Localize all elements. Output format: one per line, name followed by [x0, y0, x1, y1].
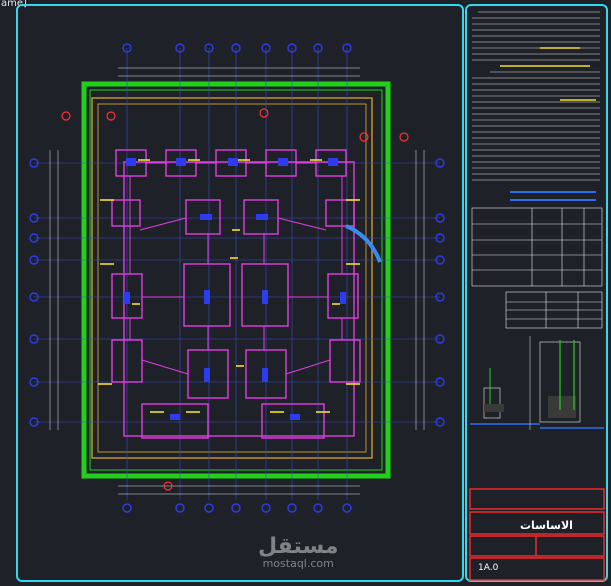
watermark-brand-en: mostaql.com — [262, 557, 334, 570]
sheet-title: الاساسات — [520, 519, 573, 532]
site-boundary-inner — [97, 103, 367, 453]
stair-element — [345, 224, 382, 263]
footing-labels — [98, 159, 360, 413]
general-notes-text — [472, 11, 600, 181]
beam-schedule-table — [505, 291, 603, 329]
section-details — [470, 336, 604, 430]
grid-lines — [34, 48, 440, 500]
notes-highlights — [500, 47, 596, 101]
footing-schedule-table — [471, 207, 603, 287]
section-markers — [61, 108, 409, 491]
foundation-plan-drawing[interactable] — [0, 0, 611, 586]
dimension-lines — [49, 67, 425, 495]
column-marks — [124, 158, 346, 420]
notes-blue-lines — [510, 191, 596, 201]
sheet-number: 1A.0 — [478, 563, 499, 573]
watermark-brand-ar: مستقل — [258, 534, 339, 559]
site-boundary — [91, 97, 373, 459]
watermark: مستقل mostaql.com — [258, 536, 338, 570]
